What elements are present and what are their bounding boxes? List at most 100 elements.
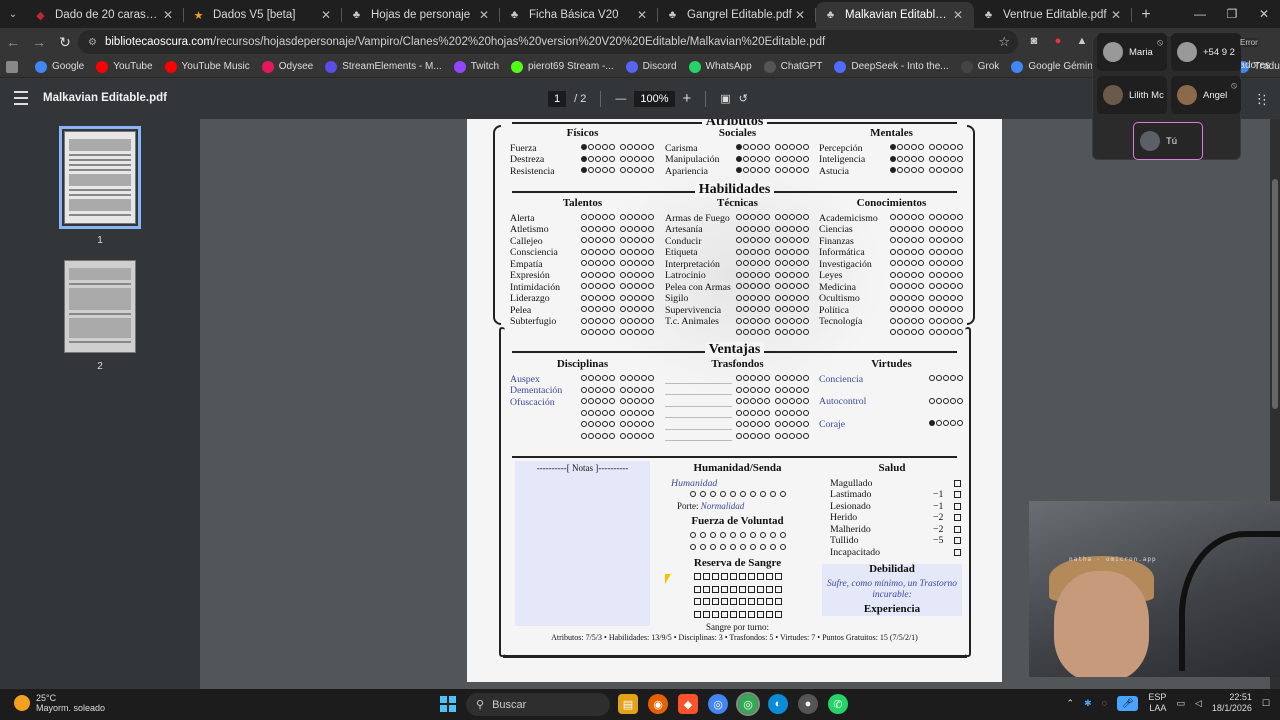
self-tile[interactable]: Tú — [1133, 122, 1203, 160]
trait-row[interactable]: Ocultismo — [819, 293, 964, 305]
trasfondo-row[interactable] — [665, 385, 810, 397]
bookmark-item[interactable]: Google Géminis — [1011, 60, 1100, 73]
close-tab-icon[interactable]: ✕ — [1108, 8, 1124, 22]
car-extension-icon[interactable]: ▲ — [1074, 33, 1090, 49]
salud-row[interactable]: Magullado — [822, 478, 962, 490]
bookmark-item[interactable]: StreamElements - M... — [325, 60, 442, 73]
trait-row[interactable]: Medicina — [819, 282, 964, 294]
trasfondo-row[interactable] — [665, 374, 810, 386]
zoom-in-icon[interactable]: + — [683, 90, 692, 107]
trait-row[interactable]: Supervivencia — [665, 305, 810, 317]
trait-row[interactable]: Interpretación — [665, 259, 810, 271]
bookmark-item[interactable]: DeepSeek - Into the... — [834, 60, 949, 73]
trait-row[interactable]: Resistencia — [510, 166, 655, 178]
rotate-icon[interactable]: ↺ — [739, 92, 748, 105]
tab-2[interactable]: ♣ Hojas de personaje ✕ — [342, 2, 500, 28]
trasfondo-row[interactable] — [665, 420, 810, 432]
tab-search-chevron-icon[interactable]: ⌄ — [0, 0, 26, 28]
trait-row[interactable]: Intimidación — [510, 282, 655, 294]
trait-row[interactable]: Armas de Fuego — [665, 213, 810, 225]
salud-row[interactable]: Incapacitado — [822, 547, 962, 559]
trait-row[interactable]: Conducir — [665, 236, 810, 248]
maximize-icon[interactable]: ❐ — [1216, 0, 1248, 28]
trait-row[interactable]: Fuerza — [510, 143, 655, 155]
page-number-input[interactable]: 1 — [548, 90, 567, 107]
brave-icon[interactable]: ◆ — [678, 694, 698, 714]
trait-row[interactable]: Carisma — [665, 143, 810, 155]
bluetooth-icon[interactable]: ✱ — [1084, 698, 1092, 709]
virtud-row[interactable]: Coraje — [819, 419, 964, 431]
fit-page-icon[interactable]: ▣ — [720, 92, 730, 105]
firefox-icon[interactable]: ◉ — [648, 694, 668, 714]
trait-row[interactable]: Artesanía — [665, 224, 810, 236]
page-thumbnail-2[interactable] — [64, 260, 136, 353]
trait-row[interactable]: Tecnología — [819, 316, 964, 328]
trait-row[interactable]: Pelea — [510, 305, 655, 317]
bookmark-item[interactable]: WhatsApp — [688, 60, 752, 73]
trait-row[interactable]: Leyes — [819, 270, 964, 282]
reload-icon[interactable]: ↻ — [52, 34, 78, 51]
trait-row[interactable]: Manipulación — [665, 154, 810, 166]
trait-row[interactable]: Informática — [819, 247, 964, 259]
tab-4[interactable]: ♣ Gangrel Editable.pdf ✕ — [658, 2, 816, 28]
tab-1[interactable]: ★ Dados V5 [beta] ✕ — [184, 2, 342, 28]
trait-row[interactable] — [665, 328, 810, 340]
kebab-menu-icon[interactable]: ⋮ — [1258, 92, 1271, 108]
participant-tile[interactable]: Maria ⦸ — [1097, 33, 1167, 71]
trait-row[interactable]: Destreza — [510, 154, 655, 166]
trait-row[interactable]: Academicismo — [819, 213, 964, 225]
back-icon[interactable]: ← — [0, 34, 26, 50]
edge-icon[interactable]: ◐ — [768, 694, 788, 714]
virtud-row[interactable]: Autocontrol — [819, 396, 964, 408]
trait-row[interactable] — [510, 328, 655, 340]
trait-row[interactable]: Dementación — [510, 385, 655, 397]
trait-row[interactable]: Subterfugio — [510, 316, 655, 328]
trait-row[interactable]: Pelea con Armas — [665, 282, 810, 294]
weather-widget[interactable]: 25°C Mayorm. soleado — [14, 693, 105, 713]
trait-row[interactable] — [510, 420, 655, 432]
bookmark-item[interactable]: YouTube — [96, 60, 153, 73]
close-tab-icon[interactable]: ✕ — [160, 8, 176, 22]
participant-tile[interactable]: +54 9 2 — [1171, 33, 1241, 71]
trait-row[interactable]: Investigación — [819, 259, 964, 271]
tab-6[interactable]: ♣ Ventrue Editable.pdf ✕ — [974, 2, 1132, 28]
trait-row[interactable]: Apariencia — [665, 166, 810, 178]
vpn-icon[interactable]: ◌ — [1102, 698, 1107, 708]
bookmark-item[interactable]: Google — [35, 60, 84, 73]
trait-row[interactable]: Finanzas — [819, 236, 964, 248]
new-tab-button[interactable]: + — [1132, 2, 1160, 28]
bookmark-item[interactable]: Twitch — [453, 60, 499, 73]
language-indicator[interactable]: ESP LAA — [1148, 692, 1166, 714]
red-extension-icon[interactable]: ● — [1050, 33, 1066, 49]
bookmark-item[interactable]: pierot69 Stream -... — [511, 60, 614, 73]
tab-0[interactable]: ◆ Dado de 20 caras - Crea un dado✕ — [26, 2, 184, 28]
trasfondo-row[interactable] — [665, 431, 810, 443]
trait-row[interactable]: Percepción — [819, 143, 964, 155]
zoom-out-icon[interactable]: — — [615, 93, 626, 105]
trait-row[interactable]: Consciencia — [510, 247, 655, 259]
trait-row[interactable]: Ciencias — [819, 224, 964, 236]
chrome-icon[interactable]: ◎ — [708, 694, 728, 714]
clock[interactable]: 22:51 18/1/2026 — [1212, 692, 1252, 714]
whatsapp-icon[interactable]: ✆ — [828, 694, 848, 714]
microphone-icon[interactable]: 🎤︎ — [1116, 695, 1139, 711]
salud-row[interactable]: Malherido −2 — [822, 524, 962, 536]
participant-tile[interactable]: Lilith Mc — [1097, 76, 1167, 114]
network-icon[interactable]: ▭ — [1176, 698, 1185, 709]
participant-tile[interactable]: Angel ⦸ — [1171, 76, 1241, 114]
trait-row[interactable]: Sigilo — [665, 293, 810, 305]
virtud-row[interactable]: Conciencia — [819, 374, 964, 386]
page-thumbnail-1[interactable] — [59, 126, 141, 229]
trait-row[interactable] — [819, 328, 964, 340]
address-bar[interactable]: ⚙ bibliotecaoscura.com/recursos/hojasdep… — [78, 30, 1018, 54]
close-tab-icon[interactable]: ✕ — [950, 8, 966, 22]
trasfondo-row[interactable] — [665, 397, 810, 409]
close-window-icon[interactable]: ✕ — [1248, 0, 1280, 28]
trait-row[interactable]: Política — [819, 305, 964, 317]
apps-icon[interactable] — [6, 60, 23, 73]
chrome-active-icon[interactable]: ◎ — [736, 692, 760, 716]
bookmark-item[interactable]: ChatGPT — [763, 60, 822, 73]
salud-row[interactable]: Lesionado −1 — [822, 501, 962, 513]
bookmark-star-icon[interactable]: ☆ — [998, 34, 1010, 50]
trait-row[interactable] — [510, 408, 655, 420]
